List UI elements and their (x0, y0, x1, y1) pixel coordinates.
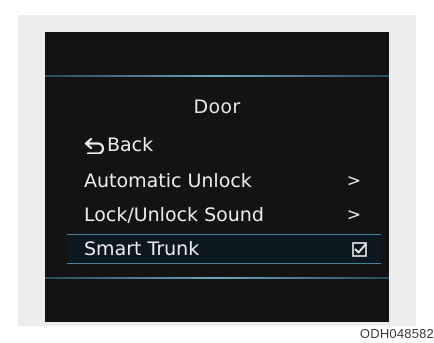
back-arrow-icon (84, 138, 105, 154)
menu-item-lock-unlock-sound[interactable]: Lock/Unlock Sound > (67, 202, 381, 228)
menu-item-automatic-unlock[interactable]: Automatic Unlock > (67, 168, 381, 194)
top-divider (45, 75, 389, 77)
figure-code: ODH048582 (359, 326, 434, 341)
page-title: Door (193, 96, 241, 118)
chevron-right-icon: > (346, 205, 361, 225)
chevron-right-icon: > (346, 171, 361, 191)
menu-item-label: Smart Trunk (84, 238, 200, 260)
bottom-divider (45, 277, 389, 279)
back-button[interactable]: Back (67, 132, 381, 158)
cluster-display: Door Back Automatic Unlock > Lock/Unlock… (45, 32, 389, 322)
menu-item-label: Automatic Unlock (84, 170, 252, 192)
back-label: Back (107, 134, 154, 156)
menu-item-label: Lock/Unlock Sound (84, 204, 264, 226)
menu-item-smart-trunk[interactable]: Smart Trunk (67, 234, 381, 264)
checkbox-checked-icon[interactable] (352, 242, 367, 257)
